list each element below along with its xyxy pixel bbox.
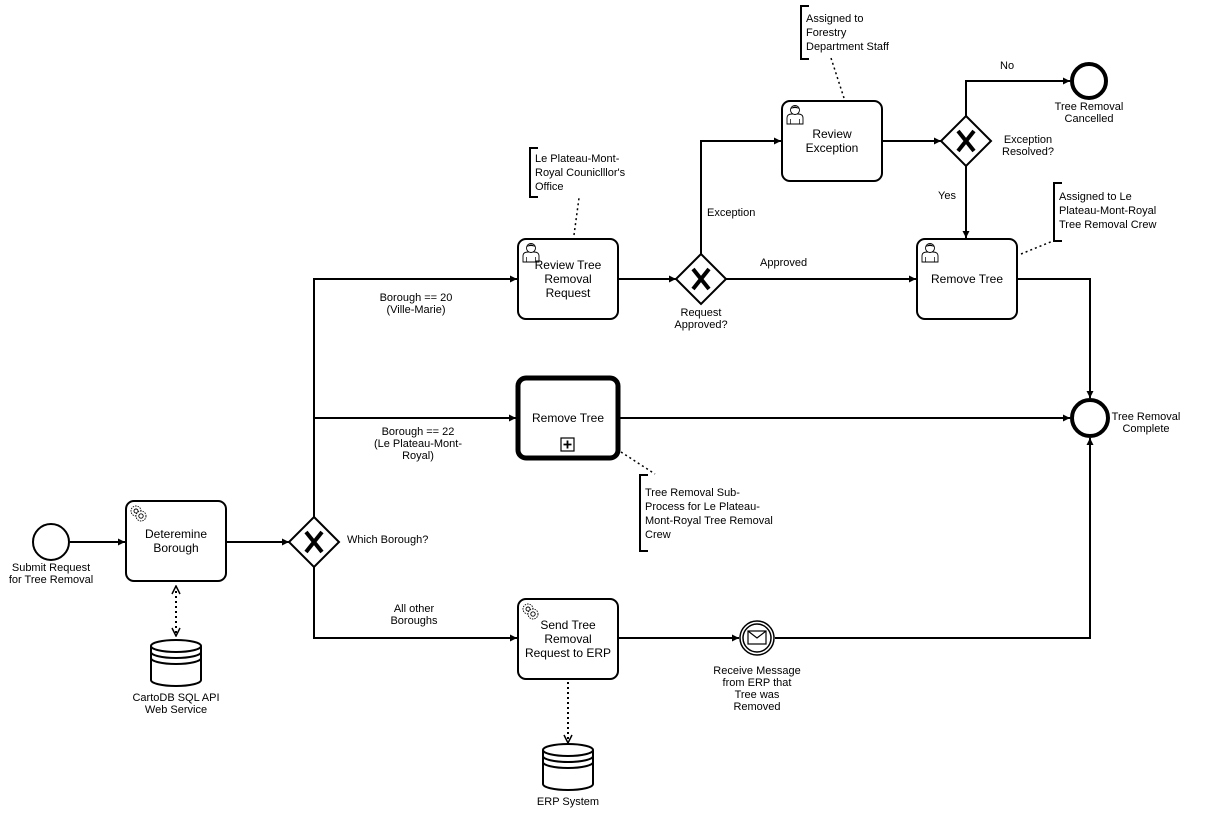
annotation-text: Plateau-Mont-Royal <box>1059 205 1156 217</box>
annotation-text: Le Plateau-Mont- <box>535 153 620 165</box>
event-label: Removed <box>733 701 780 713</box>
event-label: Tree Removal <box>1055 101 1124 113</box>
association-subprocess <box>620 451 656 475</box>
flow-label-borough-20: Borough == 20 (Ville-Marie) <box>380 292 453 316</box>
annotation-text: Royal Couniclllor's <box>535 167 626 179</box>
annotation-text: Office <box>535 181 564 193</box>
annotation-text: Tree Removal Crew <box>1059 219 1156 231</box>
gateway-label: Request <box>681 307 722 319</box>
task-label: Removal <box>544 272 591 286</box>
task-review-request[interactable]: Review Tree Removal Request <box>517 238 619 320</box>
task-determine-borough[interactable]: Deteremine Borough <box>125 500 227 582</box>
data-store-cartodb[interactable]: CartoDB SQL API Web Service <box>132 639 220 716</box>
end-event-circle[interactable] <box>1070 398 1110 438</box>
flow-label-no: No <box>1000 60 1014 72</box>
task-label: Removal <box>544 632 591 646</box>
flow-label: Boroughs <box>390 615 438 627</box>
annotation-forestry[interactable]: Assigned to Forestry Department Staff <box>800 5 890 60</box>
start-event-circle[interactable] <box>32 523 70 561</box>
event-label: Complete <box>1122 423 1169 435</box>
task-review-exception[interactable]: Review Exception <box>781 100 883 182</box>
task-label: Review Tree <box>535 258 602 272</box>
flow-label-exception: Exception <box>707 207 755 219</box>
end-event-complete[interactable]: Tree Removal Complete <box>1070 398 1181 438</box>
annotation-text: Forestry <box>806 27 847 39</box>
envelope-icon <box>747 630 767 645</box>
annotation-text: Process for Le Plateau- <box>645 501 760 513</box>
association-crew <box>1020 240 1054 255</box>
gateway-label: Exception <box>1004 134 1052 146</box>
flow-remove-to-complete[interactable] <box>1018 278 1094 398</box>
flow-label-yes: Yes <box>938 190 956 202</box>
flow-label: Borough == 22 <box>382 426 455 438</box>
task-label: Deteremine <box>145 527 207 541</box>
annotation-text: Crew <box>645 529 671 541</box>
flow-label: All other <box>394 603 435 615</box>
task-label: Remove Tree <box>532 411 604 425</box>
gateway-label: Approved? <box>674 319 727 331</box>
start-event-label: Submit Request <box>12 562 90 574</box>
annotation-crew[interactable]: Assigned to Le Plateau-Mont-Royal Tree R… <box>1053 182 1156 242</box>
association-forestry <box>830 57 845 99</box>
event-label: from ERP that <box>723 677 792 689</box>
flow-label: Borough == 20 <box>380 292 453 304</box>
annotation-text: Assigned to <box>806 13 863 25</box>
end-event-circle[interactable] <box>1070 62 1108 100</box>
gateway-which-borough[interactable]: Which Borough? <box>287 515 428 569</box>
flow-label-all-other: All other Boroughs <box>390 603 438 627</box>
annotation-text: Tree Removal Sub- <box>645 487 740 499</box>
task-label: Request to ERP <box>525 646 611 660</box>
start-event[interactable]: Submit Request for Tree Removal <box>9 523 93 586</box>
event-label: Tree Removal <box>1112 411 1181 423</box>
flow-label-approved: Approved <box>760 257 807 269</box>
task-label: Exception <box>806 141 859 155</box>
task-label: Borough <box>153 541 198 555</box>
flow-label: (Le Plateau-Mont- <box>374 438 462 450</box>
flow-exception[interactable] <box>700 137 781 254</box>
gateway-label: Which Borough? <box>347 534 428 546</box>
flow-label: Royal) <box>402 450 434 462</box>
expand-plus-icon[interactable] <box>560 437 575 452</box>
task-send-to-erp[interactable]: Send Tree Removal Request to ERP <box>517 598 619 680</box>
start-event-label: for Tree Removal <box>9 574 93 586</box>
event-label: Receive Message <box>713 665 800 677</box>
subprocess-remove-tree[interactable]: Remove Tree <box>515 375 621 461</box>
annotation-text: Mont-Royal Tree Removal <box>645 515 773 527</box>
task-remove-tree[interactable]: Remove Tree <box>916 238 1018 320</box>
event-label: Cancelled <box>1065 113 1114 125</box>
task-label: Send Tree <box>540 618 596 632</box>
gateway-exception-resolved[interactable]: Exception Resolved? <box>939 114 1054 168</box>
end-event-cancelled[interactable]: Tree Removal Cancelled <box>1055 62 1124 125</box>
task-label: Remove Tree <box>931 272 1003 286</box>
annotation-councillor[interactable]: Le Plateau-Mont- Royal Couniclllor's Off… <box>529 147 626 198</box>
annotation-subprocess[interactable]: Tree Removal Sub- Process for Le Plateau… <box>639 474 773 552</box>
annotation-text: Department Staff <box>806 41 890 53</box>
task-label: Review <box>812 127 852 141</box>
flow-label: (Ville-Marie) <box>386 304 445 316</box>
task-label: Request <box>546 286 591 300</box>
data-store-label: ERP System <box>537 796 599 808</box>
gateway-request-approved[interactable]: Request Approved? <box>674 252 728 331</box>
annotation-text: Assigned to Le <box>1059 191 1132 203</box>
flow-label-borough-22: Borough == 22 (Le Plateau-Mont- Royal) <box>374 426 462 462</box>
gateway-label: Resolved? <box>1002 146 1054 158</box>
data-store-label: CartoDB SQL API <box>132 692 219 704</box>
flow-message-to-complete[interactable] <box>775 438 1094 639</box>
bpmn-diagram: Submit Request for Tree Removal Deteremi… <box>9 5 1181 808</box>
event-label: Tree was <box>735 689 780 701</box>
data-store-erp[interactable]: ERP System <box>537 743 599 808</box>
intermediate-event-receive-message[interactable]: Receive Message from ERP that Tree was R… <box>713 620 801 713</box>
data-store-label: Web Service <box>145 704 207 716</box>
association-councillor <box>573 197 580 236</box>
